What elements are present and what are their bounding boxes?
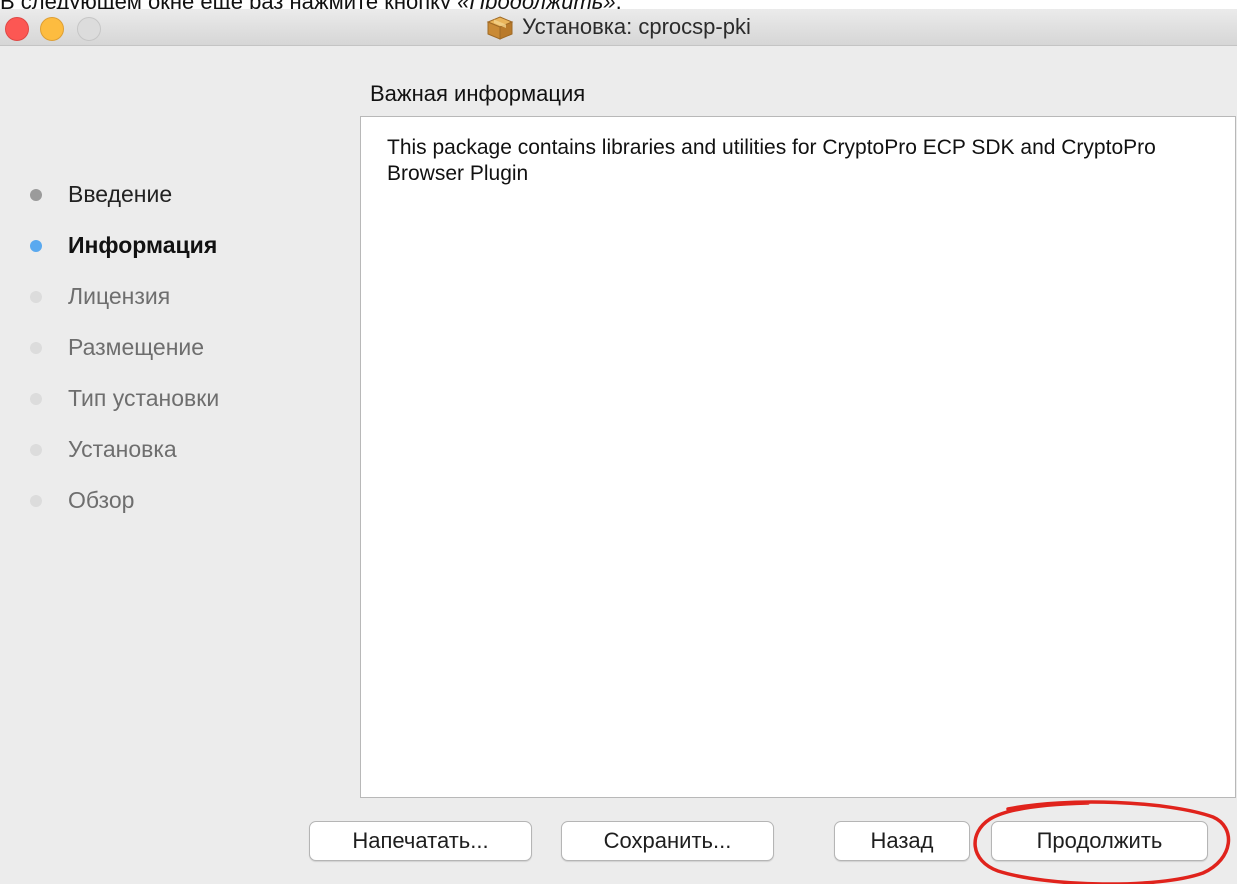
readme-text: This package contains libraries and util…	[387, 136, 1156, 185]
step-label: Введение	[68, 181, 173, 207]
step-installation: Установка	[30, 424, 219, 475]
step-information: Информация	[30, 220, 219, 271]
readme-content-box[interactable]: This package contains libraries and util…	[360, 116, 1236, 798]
continue-button[interactable]: Продолжить	[991, 821, 1208, 861]
installer-window: Установка: cprocsp-pki Важная информация…	[0, 9, 1237, 884]
installer-steps: Введение Информация Лицензия Размещение …	[30, 169, 219, 526]
save-button[interactable]: Сохранить...	[561, 821, 774, 861]
print-button[interactable]: Напечатать...	[309, 821, 532, 861]
step-indicator-dot	[30, 341, 42, 354]
step-introduction: Введение	[30, 169, 219, 220]
step-indicator-dot	[30, 443, 42, 456]
package-icon	[486, 14, 514, 40]
step-label: Информация	[68, 232, 218, 258]
step-label: Тип установки	[68, 385, 220, 411]
page: В следующем окне ещё раз нажмите кнопку …	[0, 0, 1237, 884]
step-indicator-dot	[30, 188, 42, 201]
step-summary: Обзор	[30, 475, 219, 526]
step-label: Размещение	[68, 334, 205, 360]
step-indicator-dot	[30, 239, 42, 252]
step-indicator-dot	[30, 290, 42, 303]
title-bar[interactable]: Установка: cprocsp-pki	[0, 9, 1237, 46]
section-heading: Важная информация	[370, 81, 586, 106]
step-label: Лицензия	[68, 283, 171, 309]
step-label: Обзор	[68, 487, 135, 513]
window-title: Установка: cprocsp-pki	[522, 14, 751, 39]
window-title-group: Установка: cprocsp-pki	[0, 9, 1237, 45]
step-indicator-dot	[30, 392, 42, 405]
step-license: Лицензия	[30, 271, 219, 322]
step-indicator-dot	[30, 494, 42, 507]
step-installation-type: Тип установки	[30, 373, 219, 424]
step-destination: Размещение	[30, 322, 219, 373]
back-button[interactable]: Назад	[834, 821, 970, 861]
step-label: Установка	[68, 436, 177, 462]
